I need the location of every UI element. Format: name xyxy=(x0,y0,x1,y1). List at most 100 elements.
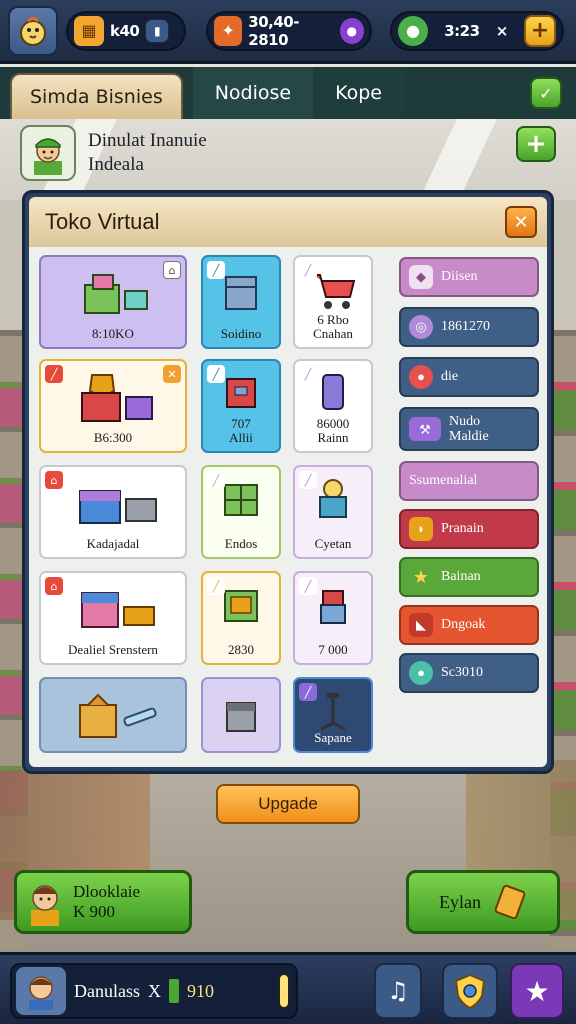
shop-item[interactable]: ⌂ 8:10KO xyxy=(39,255,187,349)
tab-kope[interactable]: Kope xyxy=(313,67,404,119)
edit-icon: ╱ xyxy=(299,365,317,383)
player-name: Danulass xyxy=(74,980,140,1001)
side-button-label: Maldie xyxy=(449,429,489,444)
item-label: Soidino xyxy=(220,326,262,341)
eylan-label: Eylan xyxy=(439,891,481,912)
shop-item[interactable]: ╱ 7 000 xyxy=(293,571,373,665)
green-crate-icon xyxy=(224,484,258,516)
profile-subtitle: Indeala xyxy=(88,154,144,175)
ticket-icon: ▦ xyxy=(74,15,104,46)
tab-nodiose[interactable]: Nodiose xyxy=(192,67,314,119)
bottom-bar: Danulass X 910 ♫ ★ xyxy=(0,952,576,1024)
shop-item[interactable]: ╱ Endos xyxy=(201,465,281,559)
tools-icon: ✕ xyxy=(163,365,181,383)
info-icon[interactable] xyxy=(278,973,290,1009)
side-button-label: Diisen xyxy=(441,269,478,284)
player-panel[interactable]: Danulass X 910 xyxy=(10,963,298,1019)
tab-label: Kope xyxy=(335,82,382,104)
item-label: 6 Rbo xyxy=(317,312,349,327)
side-button-dngoak[interactable]: ◣ Dngoak xyxy=(399,605,539,645)
side-button-label: Dngoak xyxy=(441,617,486,632)
hire-worker-text: Dlooklaie K 900 xyxy=(73,882,140,922)
shield-badge-icon xyxy=(454,973,486,1010)
shop-item[interactable]: ╱ Cyetan xyxy=(293,465,373,559)
add-cash-icon[interactable]: ● xyxy=(339,17,364,44)
ticket-icon xyxy=(494,884,526,920)
edit-icon: ╱ xyxy=(207,261,225,279)
tab-business[interactable]: Simda Bisnies xyxy=(10,73,183,119)
item-label: 7 000 xyxy=(318,642,348,657)
avatar[interactable] xyxy=(20,125,76,181)
coin-icon: ◎ xyxy=(409,315,433,339)
side-button-nudo[interactable]: ⚒ Nudo Maldie xyxy=(399,407,539,451)
top-bar: ▦ k40 ▮ ✦ 30,40-2810 ● ● 3:23 × + xyxy=(0,0,576,64)
stand-icon xyxy=(320,693,346,731)
badge-button[interactable] xyxy=(442,963,498,1019)
hire-worker-button[interactable]: Dlooklaie K 900 xyxy=(14,870,192,934)
shop-item[interactable]: ╱ Soidino xyxy=(201,255,281,349)
cash-value: 30,40-2810 xyxy=(248,12,299,49)
tab-bar: Simda Bisnies Nodiose Kope ✓ xyxy=(0,67,576,119)
side-button-diisen[interactable]: ◆ Diisen xyxy=(399,257,539,297)
favorites-button[interactable]: ★ xyxy=(510,963,564,1019)
fish-icon: ◣ xyxy=(409,613,433,637)
shop-item[interactable]: ⌂ Kadajadal xyxy=(39,465,187,559)
gems-counter: ● 3:23 × + xyxy=(390,10,564,51)
avatar xyxy=(16,967,66,1015)
confirm-check-button[interactable]: ✓ xyxy=(530,77,562,109)
side-button-coins[interactable]: ◎ 1861270 xyxy=(399,307,539,347)
profile-button[interactable] xyxy=(8,5,58,56)
shop-title: Toko Virtual xyxy=(45,209,160,234)
item-label: Kadajadal xyxy=(86,536,140,551)
worker-avatar-icon xyxy=(31,885,59,926)
shop-item[interactable]: ╱ 2830 xyxy=(201,571,281,665)
upgrade-label: Upgade xyxy=(258,794,318,813)
item-label: Endos xyxy=(224,536,258,551)
side-button-bainan[interactable]: ★ Bainan xyxy=(399,557,539,597)
add-profile-button[interactable]: + xyxy=(516,126,556,162)
red-machine-icon xyxy=(320,590,346,624)
tab-label: Nodiose xyxy=(214,82,292,104)
item-label: Cyetan xyxy=(314,536,352,551)
edit-icon: ╱ xyxy=(45,365,63,383)
shop-header: Toko Virtual ✕ xyxy=(29,197,547,247)
profile-row: Dinulat Inanuie Indeala + xyxy=(20,124,556,182)
cash-counter: ✦ 30,40-2810 ● xyxy=(206,10,372,51)
item-label: B6:300 xyxy=(93,430,133,445)
player-multiplier: X xyxy=(148,980,161,1001)
home-icon: ⌂ xyxy=(45,471,63,489)
side-button-sc3010[interactable]: ● Sc3010 xyxy=(399,653,539,693)
shop-item[interactable] xyxy=(201,677,281,753)
item-label: Allii xyxy=(229,430,253,445)
side-button-summary[interactable]: Ssumenalial xyxy=(399,461,539,501)
shop-item[interactable]: ╱ 86000 Rainn xyxy=(293,359,373,453)
add-gems-button[interactable]: + xyxy=(524,14,556,47)
shop-item[interactable]: ╱ 6 Rbo Cnahan xyxy=(293,255,373,349)
music-button[interactable]: ♫ xyxy=(374,963,422,1019)
edit-icon: ╱ xyxy=(207,365,225,383)
level-info-icon[interactable]: ▮ xyxy=(145,18,170,43)
upgrade-button[interactable]: Upgade xyxy=(216,784,360,824)
side-button-die[interactable]: ● die xyxy=(399,357,539,397)
bread-icon: ◗ xyxy=(409,517,433,541)
shop-item[interactable] xyxy=(39,677,187,753)
side-button-label: Ssumenalial xyxy=(409,473,478,488)
tab-label: Simda Bisnies xyxy=(30,86,163,108)
shop-item[interactable]: ╱ 707 Allii xyxy=(201,359,281,453)
item-label: Cnahan xyxy=(313,326,353,341)
item-label: Rainn xyxy=(317,430,349,445)
hire-worker-title: Dlooklaie xyxy=(73,882,141,901)
shop-body: ⌂ 8:10KO ╱ Soidino ╱ 6 Rbo Cnahan ╱ ✕ B6… xyxy=(29,247,547,767)
close-button[interactable]: ✕ xyxy=(505,206,537,238)
chicken-icon xyxy=(20,16,46,46)
shop-panel: Toko Virtual ✕ ⌂ 8:10KO ╱ Soidino ╱ 6 Rb… xyxy=(22,190,554,774)
side-button-pranain[interactable]: ◗ Pranain xyxy=(399,509,539,549)
apple-icon: ● xyxy=(398,15,428,46)
edit-icon: ╱ xyxy=(299,577,317,595)
shop-item[interactable]: ⌂ Dealiel Srenstern xyxy=(39,571,187,665)
shop-item[interactable]: ╱ ✕ B6:300 xyxy=(39,359,187,453)
home-icon: ⌂ xyxy=(163,261,181,279)
shop-item[interactable]: ╱ Sapane xyxy=(293,677,373,753)
eylan-button[interactable]: Eylan xyxy=(406,870,560,934)
player-money: 910 xyxy=(187,980,214,1001)
